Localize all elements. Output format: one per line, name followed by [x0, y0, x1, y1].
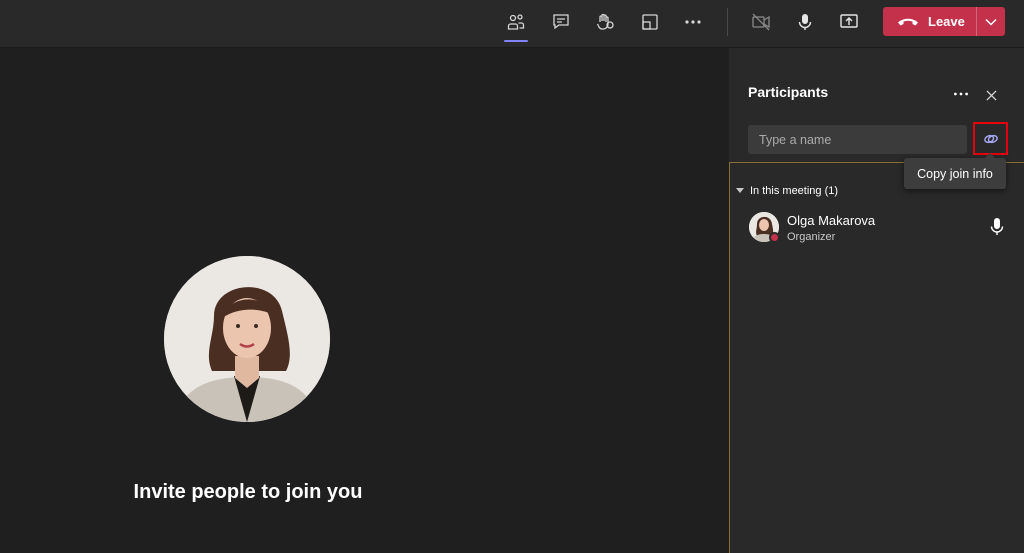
- leave-button[interactable]: Leave: [883, 7, 976, 36]
- close-icon: [985, 89, 997, 101]
- microphone-button[interactable]: [789, 8, 821, 36]
- share-screen-button[interactable]: [833, 8, 865, 36]
- participant-row[interactable]: Olga Makarova Organizer: [730, 207, 1024, 247]
- self-avatar: [164, 256, 330, 422]
- leave-label: Leave: [928, 14, 965, 29]
- copy-join-info-tooltip: Copy join info: [904, 153, 1006, 189]
- chat-button[interactable]: [545, 8, 577, 36]
- chat-icon: [553, 14, 569, 30]
- chevron-down-icon: [736, 188, 744, 193]
- invite-heading: Invite people to join you: [133, 481, 363, 503]
- participants-panel: Participants In this meeting (1) Olga Ma…: [729, 48, 1024, 553]
- meeting-stage: Invite people to join you: [0, 48, 729, 553]
- breakout-rooms-button[interactable]: [634, 8, 666, 36]
- leave-separator: [976, 7, 977, 36]
- share-icon: [840, 14, 858, 28]
- microphone-icon: [798, 14, 812, 30]
- toolbar-divider: [727, 8, 728, 36]
- leave-button-group: Leave: [883, 7, 1005, 36]
- participants-icon: [507, 14, 525, 30]
- in-meeting-section-header[interactable]: In this meeting (1): [736, 185, 838, 197]
- more-icon: [685, 20, 701, 24]
- participant-list: In this meeting (1) Olga Makarova Organi…: [729, 162, 1024, 553]
- raise-hand-button[interactable]: [589, 8, 621, 36]
- copy-join-info-button[interactable]: [973, 122, 1008, 155]
- chevron-down-icon: [985, 18, 997, 26]
- panel-title: Participants: [748, 84, 829, 100]
- portrait-image: [164, 256, 330, 422]
- presence-status-dot: [769, 232, 780, 243]
- hang-up-icon: [898, 18, 918, 25]
- participant-role: Organizer: [787, 231, 836, 243]
- raise-hand-icon: [596, 13, 614, 30]
- meeting-toolbar: Leave: [0, 0, 1024, 48]
- panel-close-button[interactable]: [981, 85, 1001, 105]
- participants-button[interactable]: [500, 8, 532, 42]
- section-label: In this meeting (1): [750, 185, 839, 197]
- panel-more-button[interactable]: [950, 84, 972, 104]
- more-icon: [954, 92, 968, 96]
- camera-off-icon: [752, 13, 770, 31]
- rooms-icon: [642, 14, 658, 30]
- link-icon: [983, 134, 998, 143]
- leave-options-button[interactable]: [977, 7, 1005, 36]
- participant-name: Olga Makarova: [787, 213, 876, 228]
- camera-button[interactable]: [745, 8, 777, 36]
- microphone-icon: [990, 218, 1004, 235]
- more-actions-button[interactable]: [677, 8, 709, 36]
- participant-search-input[interactable]: [748, 125, 967, 154]
